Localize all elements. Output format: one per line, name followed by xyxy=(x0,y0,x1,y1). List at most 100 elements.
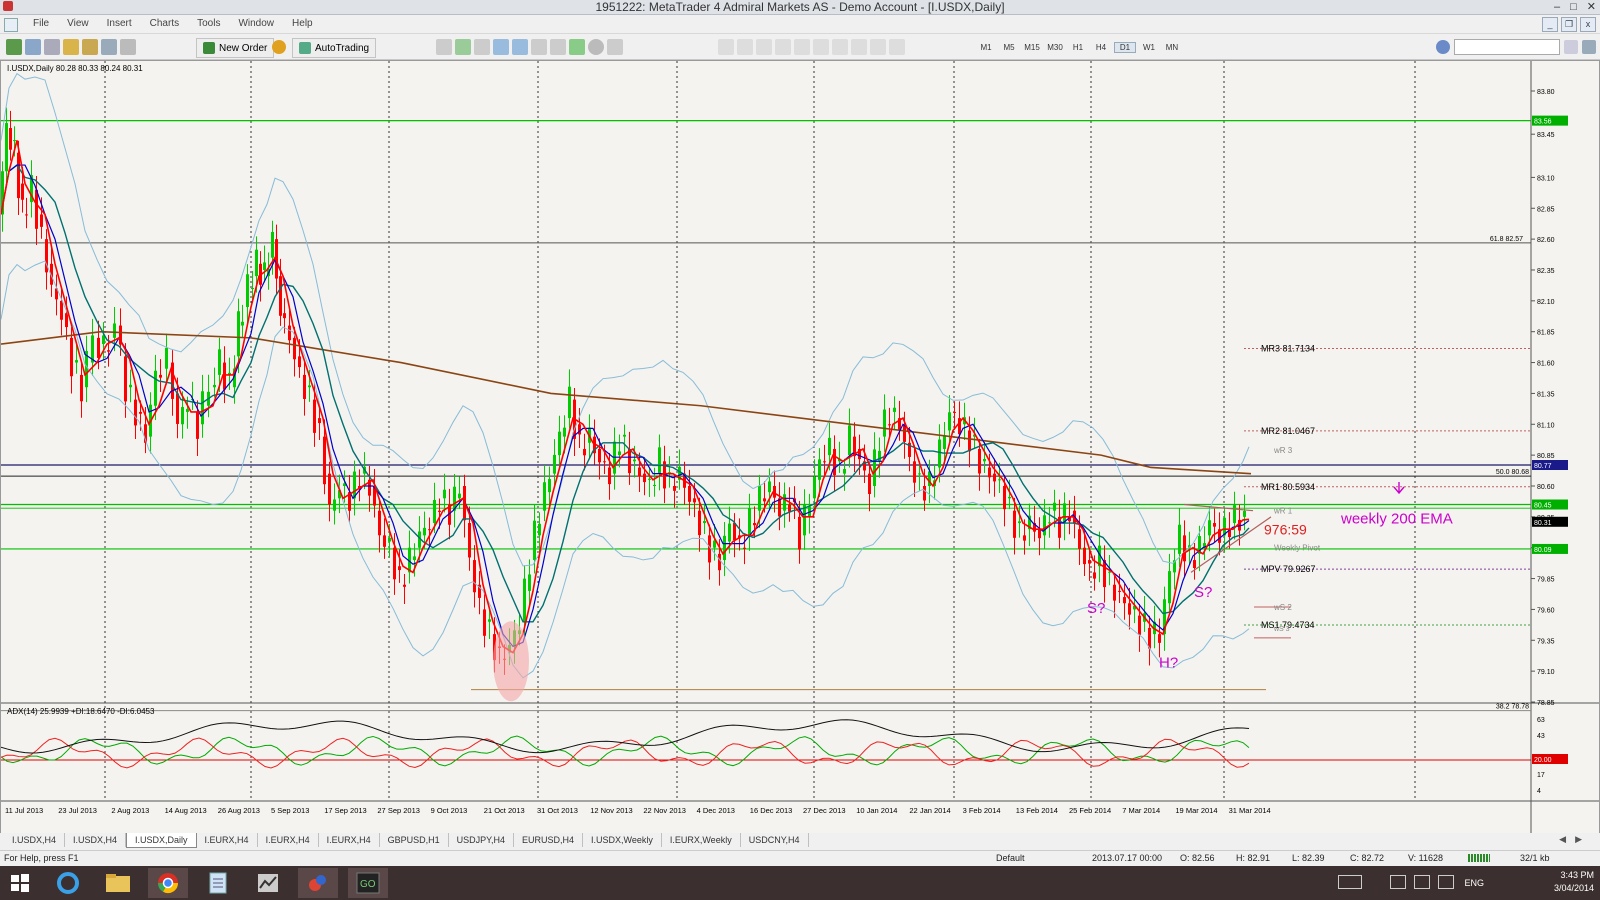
search-icon[interactable] xyxy=(1564,40,1578,54)
volume-icon[interactable] xyxy=(1438,875,1454,889)
expert-icon[interactable] xyxy=(272,40,286,54)
horizontal-line-icon[interactable] xyxy=(775,39,791,55)
low-highlight-ellipse xyxy=(493,621,529,702)
arrows-icon[interactable] xyxy=(889,39,905,55)
data-window-icon[interactable] xyxy=(120,39,136,55)
text-label-icon[interactable] xyxy=(870,39,886,55)
tab-usdx-h4-2[interactable]: I.USDX,H4 xyxy=(65,833,127,847)
date-tick-label: 17 Sep 2013 xyxy=(324,806,367,815)
timeframe-h1[interactable]: H1 xyxy=(1068,43,1088,52)
menu-insert[interactable]: Insert xyxy=(98,15,141,33)
candle-body xyxy=(778,498,781,517)
menu-window[interactable]: Window xyxy=(229,15,283,33)
navigator-icon[interactable] xyxy=(63,39,79,55)
date-tick-label: 23 Jul 2013 xyxy=(58,806,97,815)
periods-icon[interactable] xyxy=(588,39,604,55)
chart-window-icon[interactable] xyxy=(4,18,18,32)
tab-eurx-h4-2[interactable]: I.EURX,H4 xyxy=(258,833,319,847)
menu-tools[interactable]: Tools xyxy=(188,15,229,33)
line-chart-icon[interactable] xyxy=(474,39,490,55)
minimize-icon[interactable]: – xyxy=(1554,0,1560,14)
text-icon[interactable] xyxy=(851,39,867,55)
timeframe-h4[interactable]: H4 xyxy=(1091,43,1111,52)
menu-file[interactable]: File xyxy=(24,15,58,33)
indicators-icon[interactable] xyxy=(569,39,585,55)
clock-date: 3/04/2014 xyxy=(1553,883,1594,893)
fibonacci-icon[interactable] xyxy=(832,39,848,55)
battery-icon[interactable] xyxy=(1390,875,1406,889)
search-input[interactable] xyxy=(1454,39,1560,55)
price-tick-label: 81.85 xyxy=(1537,330,1555,337)
menu-help[interactable]: Help xyxy=(283,15,322,33)
community-icon[interactable] xyxy=(1582,40,1596,54)
candle-body xyxy=(60,300,63,320)
tab-usdcny-h4[interactable]: USDCNY,H4 xyxy=(741,833,809,847)
language-indicator[interactable]: ENG xyxy=(1464,877,1484,890)
taskbar-chrome[interactable] xyxy=(148,868,188,898)
menu-charts[interactable]: Charts xyxy=(141,15,188,33)
timeframe-mn[interactable]: MN xyxy=(1162,43,1182,52)
mdi-minimize-icon[interactable]: _ xyxy=(1542,17,1558,32)
candlestick-icon[interactable] xyxy=(455,39,471,55)
channel-icon[interactable] xyxy=(813,39,829,55)
date-tick-label: 21 Oct 2013 xyxy=(484,806,525,815)
auto-scroll-icon[interactable] xyxy=(531,39,547,55)
keyboard-icon[interactable] xyxy=(1338,875,1362,889)
taskbar-app-go[interactable]: GO xyxy=(348,868,388,898)
tab-scroll-right-icon[interactable]: ▶ xyxy=(1575,834,1582,845)
timeframe-m30[interactable]: M30 xyxy=(1045,43,1065,52)
date-tick-label: 27 Dec 2013 xyxy=(803,806,846,815)
taskbar-explorer[interactable] xyxy=(98,868,138,898)
templates-icon[interactable] xyxy=(607,39,623,55)
chart-shift-icon[interactable] xyxy=(550,39,566,55)
menu-view[interactable]: View xyxy=(58,15,98,33)
taskbar-metatrader[interactable] xyxy=(248,868,288,898)
close-icon[interactable]: ✕ xyxy=(1587,0,1596,14)
profiles-icon[interactable] xyxy=(25,39,41,55)
new-chart-icon[interactable] xyxy=(6,39,22,55)
autotrading-button[interactable]: AutoTrading xyxy=(292,38,377,58)
mdi-restore-icon[interactable]: ❐ xyxy=(1561,17,1577,32)
terminal-icon[interactable] xyxy=(82,39,98,55)
timeframe-m5[interactable]: M5 xyxy=(999,43,1019,52)
trendline-icon[interactable] xyxy=(794,39,810,55)
zoom-in-icon[interactable] xyxy=(493,39,509,55)
tab-gbpusd-h1[interactable]: GBPUSD,H1 xyxy=(380,833,449,847)
market-watch-icon[interactable] xyxy=(44,39,60,55)
vertical-line-icon[interactable] xyxy=(756,39,772,55)
indicator-header: ADX(14) 25.9939 +DI:18.6470 -DI:6.0453 xyxy=(7,707,155,716)
timeframe-w1[interactable]: W1 xyxy=(1139,43,1159,52)
crosshair-icon[interactable] xyxy=(737,39,753,55)
mdi-close-icon[interactable]: x xyxy=(1580,17,1596,32)
maximize-icon[interactable]: □ xyxy=(1570,0,1577,14)
timeframe-d1[interactable]: D1 xyxy=(1114,41,1136,53)
tab-usdjpy-h4[interactable]: USDJPY,H4 xyxy=(449,833,514,847)
tab-eurusd-h4[interactable]: EURUSD,H4 xyxy=(514,833,583,847)
candle-body xyxy=(913,461,916,483)
new-order-button[interactable]: New Order xyxy=(196,38,275,58)
chart-window[interactable]: 83.80 83.45 83.10 82.85 82.60 82.35 82.10 81.85… xyxy=(0,60,1600,837)
tab-eurx-h4-1[interactable]: I.EURX,H4 xyxy=(197,833,258,847)
tab-usdx-h4-1[interactable]: I.USDX,H4 xyxy=(4,833,66,847)
taskbar-ie[interactable] xyxy=(48,868,88,898)
network-icon[interactable] xyxy=(1414,875,1430,889)
clock[interactable]: 3:43 PM 3/04/2014 xyxy=(1524,869,1594,895)
timeframe-m15[interactable]: M15 xyxy=(1022,43,1042,52)
strategy-tester-icon[interactable] xyxy=(101,39,117,55)
timeframe-m1[interactable]: M1 xyxy=(976,43,996,52)
price-tick-label: 79.60 xyxy=(1537,607,1555,614)
zoom-out-icon[interactable] xyxy=(512,39,528,55)
tab-usdx-weekly[interactable]: I.USDX,Weekly xyxy=(583,833,662,847)
cursor-icon[interactable] xyxy=(718,39,734,55)
bar-chart-icon[interactable] xyxy=(436,39,452,55)
tab-scroll-left-icon[interactable]: ◀ xyxy=(1559,834,1566,845)
start-button[interactable] xyxy=(0,868,40,898)
taskbar-notepad[interactable] xyxy=(198,868,238,898)
price-chart[interactable]: 83.80 83.45 83.10 82.85 82.60 82.35 82.10 81.85… xyxy=(1,61,1599,836)
candle-body xyxy=(998,479,1001,481)
tab-eurx-weekly[interactable]: I.EURX,Weekly xyxy=(662,833,741,847)
tab-usdx-daily[interactable]: I.USDX,Daily xyxy=(126,833,197,848)
settings-icon[interactable] xyxy=(1436,40,1450,54)
tab-eurx-h4-3[interactable]: I.EURX,H4 xyxy=(319,833,380,847)
taskbar-app-red[interactable] xyxy=(298,868,338,898)
